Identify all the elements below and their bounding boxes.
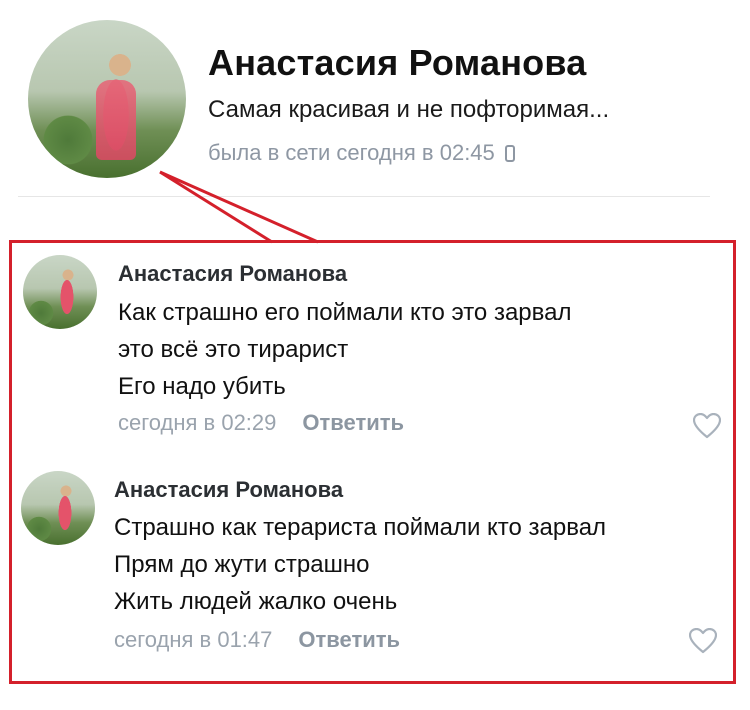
divider [18,196,710,197]
reply-button[interactable]: Ответить [298,627,400,653]
comment-avatar[interactable] [23,255,97,329]
profile-status: Самая красивая и не пофторимая... [208,96,610,123]
heart-icon[interactable] [689,628,717,654]
profile-header: Анастасия Романова Самая красивая и не п… [0,0,750,200]
comment-time: сегодня в 01:47 [114,627,273,652]
comment-text-line: Его надо убить [118,373,286,400]
comment-text: Как страшно его поймали кто это зарвал э… [118,294,571,405]
profile-online-status: была в сети сегодня в 02:45 [208,140,515,166]
comment-meta: сегодня в 01:47 Ответить [114,627,400,653]
comment-text-line: Как страшно его поймали кто это зарвал [118,299,572,326]
profile-name[interactable]: Анастасия Романова [208,42,586,84]
profile-avatar[interactable] [28,20,186,178]
comment-text-line: Прям до жути страшно [114,551,370,578]
comment-text-line: Жить людей жалко очень [114,588,398,615]
comment-avatar[interactable] [21,471,95,545]
comment-author[interactable]: Анастасия Романова [118,261,347,287]
comment-meta: сегодня в 02:29 Ответить [118,410,404,436]
heart-icon[interactable] [693,413,721,439]
comment-text: Страшно как терариста поймали кто зарвал… [114,509,606,620]
comment-text-line: это всё это тирарист [118,336,349,363]
comment-time: сегодня в 02:29 [118,410,277,435]
reply-button[interactable]: Ответить [302,410,404,436]
online-status-text: была в сети сегодня в 02:45 [208,140,495,165]
comment-author[interactable]: Анастасия Романова [114,477,343,503]
mobile-phone-icon [504,144,515,162]
comment-text-line: Страшно как терариста поймали кто зарвал [114,514,607,541]
